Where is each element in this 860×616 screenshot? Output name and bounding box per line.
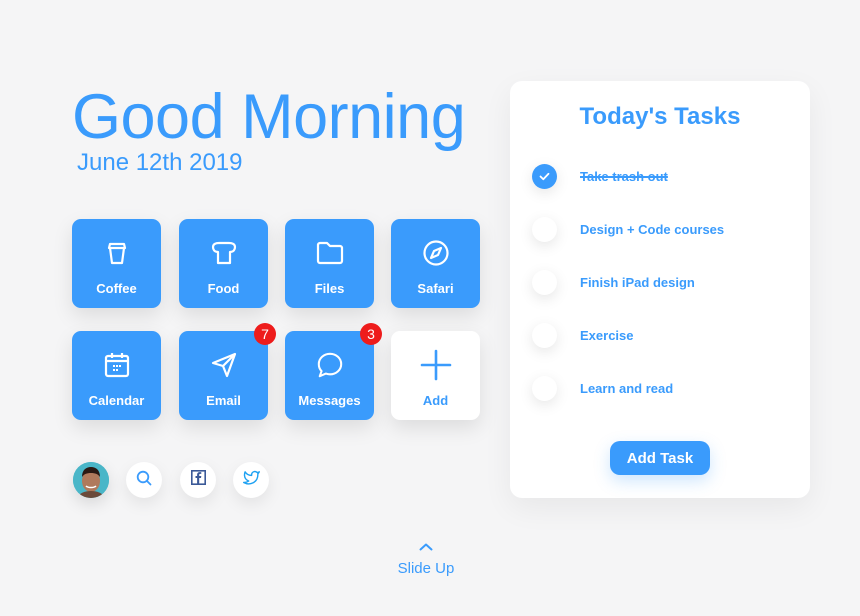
task-item[interactable]: Design + Code courses [532, 216, 724, 242]
tasks-panel: Today's Tasks Take trash out Design + Co… [510, 81, 810, 498]
search-button[interactable] [126, 462, 162, 498]
task-label: Learn and read [580, 380, 674, 396]
app-tile-email[interactable]: Email 7 [179, 323, 276, 420]
task-label: Take trash out [580, 168, 668, 184]
facebook-button[interactable] [180, 462, 216, 498]
app-tile-coffee[interactable]: Coffee [72, 219, 161, 308]
task-checkbox[interactable] [532, 322, 557, 348]
app-tile-calendar[interactable]: Calendar [72, 331, 161, 420]
send-icon [210, 351, 238, 379]
app-tile-safari[interactable]: Safari [391, 219, 480, 308]
app-label: Coffee [96, 281, 137, 296]
twitter-icon [242, 470, 260, 490]
twitter-button[interactable] [233, 462, 269, 498]
app-label: Add [422, 393, 449, 408]
app-tile-files[interactable]: Files [285, 219, 374, 308]
task-item[interactable]: Finish iPad design [532, 269, 695, 295]
folder-icon [316, 239, 344, 267]
facebook-icon [190, 470, 206, 490]
chat-bubble-icon [316, 351, 344, 379]
app-tile-add[interactable]: Add [391, 331, 480, 420]
greeting-title: Good Morning [72, 82, 466, 152]
task-checkbox[interactable] [532, 375, 557, 401]
coffee-cup-icon [103, 239, 131, 267]
chevron-up-icon [380, 538, 472, 556]
date-label: June 12th 2019 [77, 149, 243, 176]
plus-icon [420, 349, 452, 381]
slide-up-control[interactable]: Slide Up [380, 538, 472, 577]
bread-icon [210, 239, 238, 267]
app-label: Food [207, 281, 240, 296]
user-avatar[interactable] [73, 462, 109, 498]
task-label: Design + Code courses [580, 221, 725, 237]
task-checkbox-checked[interactable] [532, 163, 557, 189]
task-label: Finish iPad design [580, 274, 695, 290]
app-tile-food[interactable]: Food [179, 219, 268, 308]
app-label: Files [314, 281, 345, 296]
checkmark-icon [539, 172, 550, 180]
add-task-button[interactable]: Add Task [610, 441, 710, 475]
task-label: Exercise [580, 327, 634, 343]
task-item[interactable]: Take trash out [532, 163, 668, 189]
task-item[interactable]: Learn and read [532, 375, 673, 401]
task-item[interactable]: Exercise [532, 322, 634, 348]
app-label: Safari [417, 281, 454, 296]
compass-icon [422, 239, 450, 267]
search-icon [136, 470, 152, 491]
task-checkbox[interactable] [532, 216, 557, 242]
app-label: Calendar [88, 393, 145, 408]
notification-badge: 7 [254, 323, 276, 345]
tasks-panel-title: Today's Tasks [579, 103, 741, 130]
app-tile-messages[interactable]: Messages 3 [285, 323, 382, 420]
app-label: Messages [298, 393, 361, 408]
notification-badge: 3 [360, 323, 382, 345]
slide-up-label: Slide Up [397, 560, 455, 577]
task-checkbox[interactable] [532, 269, 557, 295]
calendar-icon [103, 351, 131, 379]
app-label: Email [206, 393, 241, 408]
